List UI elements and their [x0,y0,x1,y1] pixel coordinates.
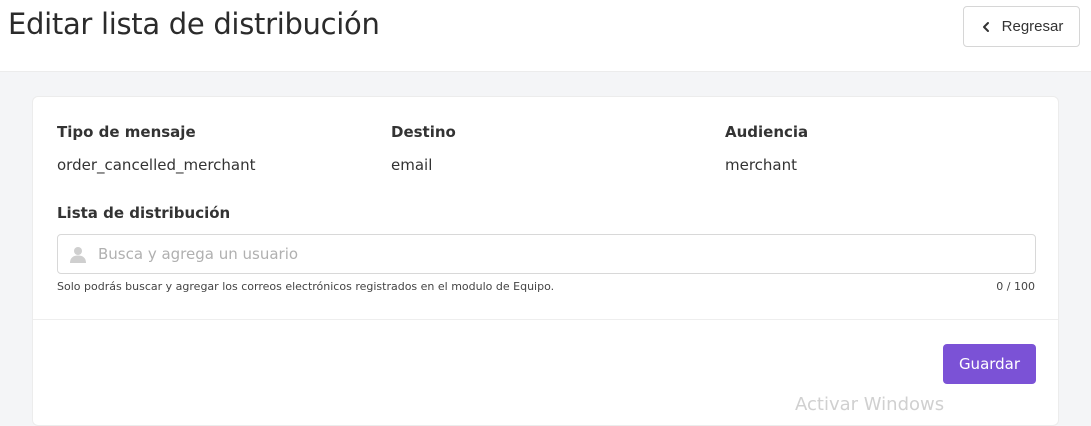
user-search-field[interactable] [57,234,1036,274]
user-counter: 0 / 100 [996,280,1035,293]
page-title: Editar lista de distribución [8,7,380,41]
user-icon [70,246,86,263]
save-button[interactable]: Guardar [943,344,1036,384]
audience-label: Audiencia [725,123,809,141]
distribution-list-label: Lista de distribución [57,204,231,222]
audience-value: merchant [725,156,798,174]
divider [33,319,1058,320]
user-search-input[interactable] [98,235,1028,273]
distribution-card: Tipo de mensaje order_cancelled_merchant… [32,96,1059,426]
back-button-label: Regresar [1001,18,1064,35]
message-type-label: Tipo de mensaje [57,123,196,141]
windows-activation-watermark: Activar Windows [795,394,945,415]
helper-text: Solo podrás buscar y agregar los correos… [57,280,555,293]
chevron-left-icon [980,21,992,33]
message-type-value: order_cancelled_merchant [57,156,256,174]
back-button[interactable]: Regresar [963,6,1080,47]
page-header: Editar lista de distribución Regresar [0,0,1091,72]
destination-label: Destino [391,123,456,141]
destination-value: email [391,156,433,174]
